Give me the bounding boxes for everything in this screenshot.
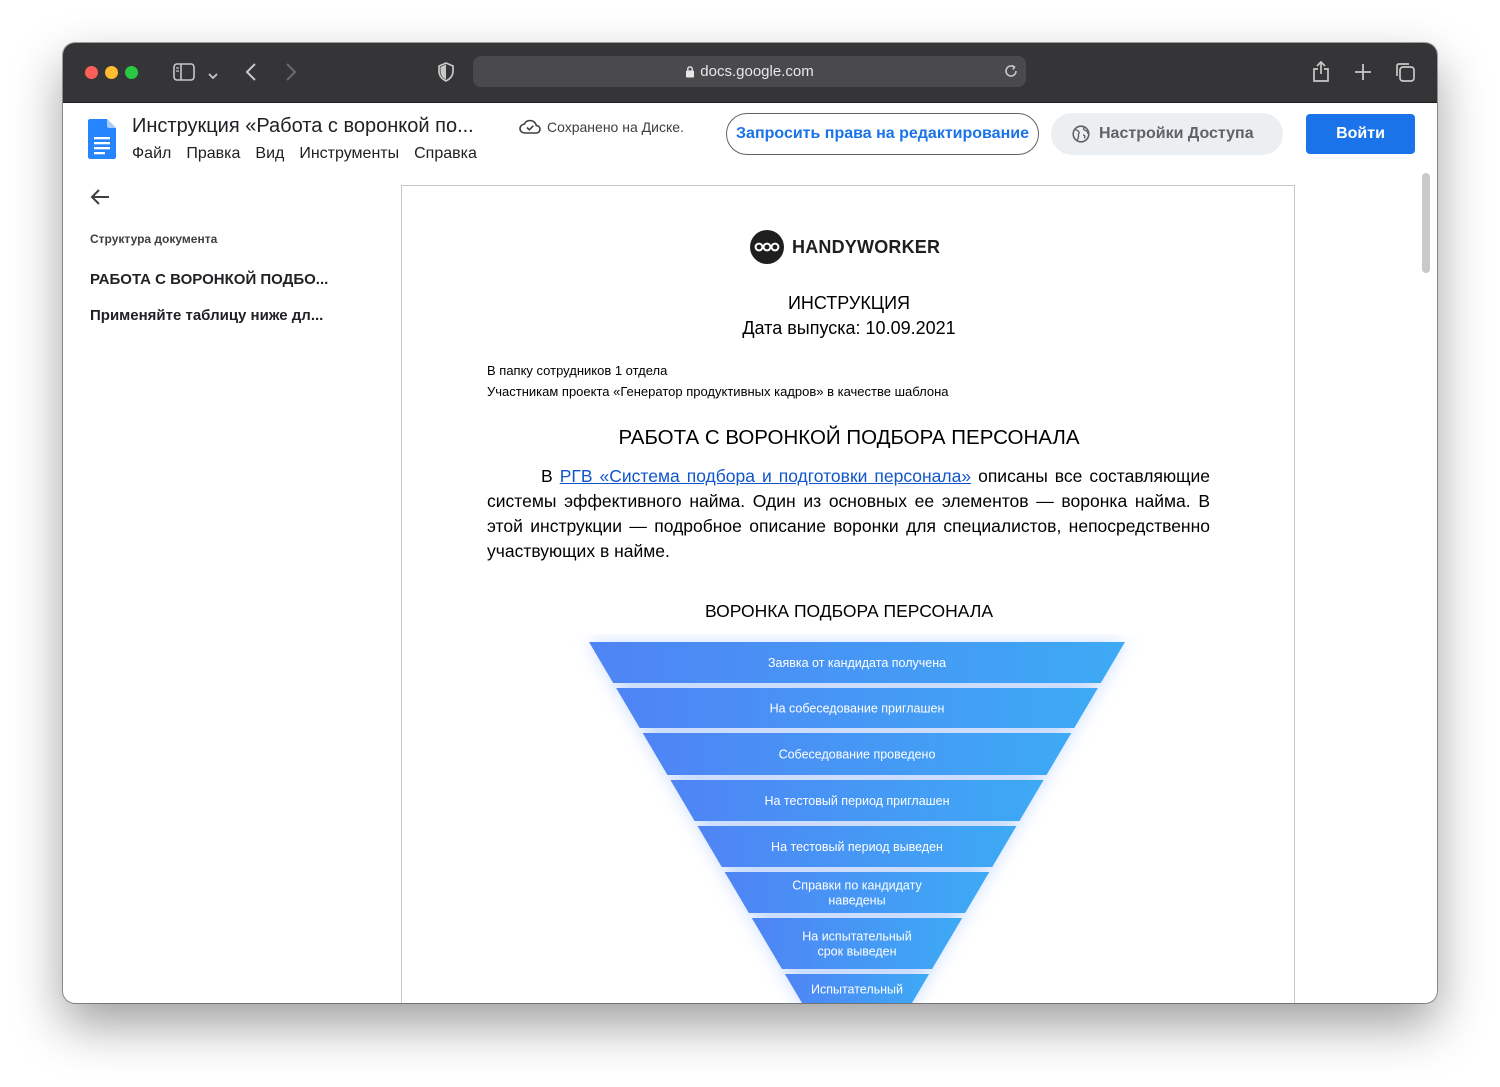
docs-menubar: Файл Правка Вид Инструменты Справка [132,145,492,163]
browser-window: docs.google.com Инструкция «Работа с вор… [63,43,1437,1003]
distribution-line-2: Участникам проекта «Генератор продуктивн… [487,384,949,399]
hiring-funnel-diagram: Заявка от кандидата получена На собеседов… [589,642,1125,1003]
menu-view[interactable]: Вид [255,145,284,162]
login-button[interactable]: Войти [1306,114,1415,154]
save-status[interactable]: Сохранено на Диске. [519,119,684,135]
release-date: Дата выпуска: 10.09.2021 [742,318,956,338]
document-page: HANDYWORKER ИНСТРУКЦИЯ Дата выпуска: 10.… [401,185,1295,1003]
menu-edit[interactable]: Правка [186,145,240,162]
outline-title: Структура документа [90,232,218,246]
funnel-stage-label-5: На тестовый период выведен [771,840,943,854]
request-edit-access-button[interactable]: Запросить права на редактирование [726,113,1039,155]
docs-header: Инструкция «Работа с воронкой по... Файл… [63,103,1437,167]
sidebar-toggle-icon[interactable] [173,63,195,86]
chevron-down-icon[interactable] [208,67,218,85]
menu-help[interactable]: Справка [414,145,477,162]
funnel-stage-7 [751,918,963,969]
close-window-button[interactable] [85,66,98,79]
tab-overview-icon[interactable] [1394,61,1416,88]
intro-paragraph: В РГВ «Система подбора и подготовки перс… [487,464,1210,564]
handyworker-logo-icon [750,230,784,264]
browser-toolbar: docs.google.com [63,43,1437,103]
menu-file[interactable]: Файл [132,145,171,162]
rgv-link[interactable]: РГВ «Система подбора и подготовки персон… [560,466,971,486]
document-title[interactable]: Инструкция «Работа с воронкой по... [132,115,474,138]
back-icon[interactable] [245,62,257,87]
share-icon[interactable] [1312,59,1330,88]
section-heading: РАБОТА С ВОРОНКОЙ ПОДБОРА ПЕРСОНАЛА [618,426,1080,449]
funnel-stage-label-3: Собеседование проведено [779,748,936,762]
outline-item-paragraph[interactable]: Применяйте таблицу ниже дл... [90,307,323,324]
funnel-stage-label-6: Справки по кандидату [792,879,922,893]
logo-text: HANDYWORKER [792,237,941,257]
funnel-stage-label-7: На испытательный [802,930,912,944]
cloud-done-icon [519,119,541,134]
new-tab-icon[interactable] [1354,63,1372,86]
menu-tools[interactable]: Инструменты [299,145,399,162]
distribution-line-1: В папку сотрудников 1 отдела [487,363,668,378]
forward-icon[interactable] [285,62,297,87]
funnel-title: ВОРОНКА ПОДБОРА ПЕРСОНАЛА [704,601,993,621]
close-outline-icon[interactable] [90,188,110,211]
google-docs-icon[interactable] [88,119,116,164]
address-bar[interactable]: docs.google.com [473,56,1026,87]
funnel-stage-label-7: срок выведен [817,945,896,959]
document-type: ИНСТРУКЦИЯ [787,293,911,313]
funnel-stage-label-1: Заявка от кандидата получена [768,656,946,670]
reload-icon[interactable] [1003,63,1019,84]
lock-icon [686,66,695,78]
outline-item-heading[interactable]: РАБОТА С ВОРОНКОЙ ПОДБО... [90,271,328,288]
globe-icon [1072,125,1090,143]
shield-icon[interactable] [438,62,454,87]
funnel-stage-label-8: Испытательный [811,983,903,997]
access-settings-label: Настройки Доступа [1099,125,1254,142]
save-status-text: Сохранено на Диске. [547,119,684,135]
minimize-window-button[interactable] [105,66,118,79]
url-text: docs.google.com [700,63,814,80]
para-prefix: В [541,466,553,486]
funnel-stage-label-4: На тестовый период приглашен [764,794,949,808]
vertical-scrollbar[interactable] [1422,173,1430,273]
funnel-stage-label-6: наведены [828,894,885,908]
access-settings-button[interactable]: Настройки Доступа [1051,113,1283,155]
funnel-stage-label-2: На собеседование приглашен [770,702,945,716]
zoom-window-button[interactable] [125,66,138,79]
